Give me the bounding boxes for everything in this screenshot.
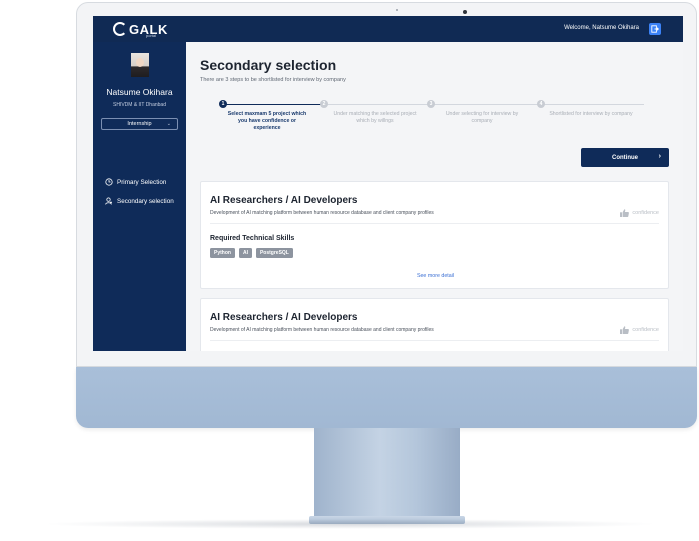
monitor-stand bbox=[314, 428, 460, 518]
confidence-button[interactable]: confidence bbox=[620, 326, 659, 334]
role-select-value: Internship bbox=[127, 121, 152, 127]
screen: GALK portal Welcome, Natsume Okihara Nat… bbox=[93, 16, 683, 351]
top-navbar: GALK portal Welcome, Natsume Okihara bbox=[93, 16, 683, 42]
step-3-label: Under selecting for interview by company bbox=[445, 111, 519, 124]
step-4-indicator: 4 bbox=[537, 100, 545, 108]
sidebar-item-label: Secondary selection bbox=[117, 197, 174, 205]
skills-list: Python AI PostgreSQL bbox=[210, 248, 293, 258]
user-name: Natsume Okihara bbox=[106, 87, 173, 97]
skills-title: Required Technical Skills bbox=[210, 235, 295, 242]
logo-mark-icon bbox=[113, 22, 127, 36]
sidebar-item-secondary-selection[interactable]: Secondary selection bbox=[105, 196, 174, 206]
project-description: Development of AI matching platform betw… bbox=[210, 210, 434, 216]
skill-chip: Python bbox=[210, 248, 235, 258]
clock-icon bbox=[105, 178, 113, 186]
project-description: Development of AI matching platform betw… bbox=[210, 327, 434, 333]
monitor-chin bbox=[76, 367, 697, 428]
avatar[interactable] bbox=[131, 53, 149, 77]
chevron-right-icon: › bbox=[658, 153, 661, 160]
confidence-label: confidence bbox=[632, 210, 659, 216]
camera-icon bbox=[463, 10, 467, 14]
step-1-label: Select maxmam 5 project which you have c… bbox=[227, 111, 307, 131]
avatar-face bbox=[136, 58, 144, 67]
confidence-button[interactable]: confidence bbox=[620, 209, 659, 217]
thumbs-up-icon bbox=[620, 326, 630, 334]
project-card[interactable]: AI Researchers / AI Developers Developme… bbox=[200, 181, 669, 289]
skill-chip: AI bbox=[238, 248, 252, 258]
page-title: Secondary selection bbox=[200, 57, 337, 73]
sidebar: Natsume Okihara SHIVDM & IIT Dhanbad Int… bbox=[93, 42, 186, 351]
logout-icon bbox=[651, 25, 659, 33]
logout-button[interactable] bbox=[649, 23, 661, 35]
floor-shadow bbox=[40, 519, 660, 529]
step-2-indicator: 2 bbox=[320, 100, 328, 108]
step-2-label: Under matching the selected project whic… bbox=[333, 111, 417, 124]
project-card[interactable]: AI Researchers / AI Developers Developme… bbox=[200, 298, 669, 351]
project-title: AI Researchers / AI Developers bbox=[210, 195, 358, 206]
sidebar-item-primary-selection[interactable]: Primary Selection bbox=[105, 177, 166, 187]
chevron-down-icon: ⌄ bbox=[166, 121, 171, 127]
user-icon bbox=[105, 197, 112, 205]
continue-label: Continue bbox=[612, 154, 638, 161]
continue-button[interactable]: Continue › bbox=[581, 148, 669, 167]
welcome-text: Welcome, Natsume Okihara bbox=[564, 25, 639, 31]
step-4-label: Shortlisted for interview by company bbox=[549, 111, 633, 117]
user-organization: SHIVDM & IIT Dhanbad bbox=[113, 102, 166, 108]
sensor-dot bbox=[396, 9, 398, 11]
step-3-indicator: 3 bbox=[427, 100, 435, 108]
main-content: Secondary selection There are 3 steps to… bbox=[186, 42, 683, 351]
logo[interactable]: GALK bbox=[113, 20, 168, 38]
stepper-progress bbox=[223, 104, 323, 105]
project-title: AI Researchers / AI Developers bbox=[210, 312, 358, 323]
logo-subtext: portal bbox=[146, 33, 157, 38]
thumbs-up-icon bbox=[620, 209, 630, 217]
card-divider bbox=[210, 223, 659, 224]
skill-chip: PostgreSQL bbox=[255, 248, 293, 258]
sidebar-item-label: Primary Selection bbox=[117, 178, 167, 186]
role-select[interactable]: Internship ⌄ bbox=[101, 118, 178, 130]
confidence-label: confidence bbox=[632, 327, 659, 333]
step-1-indicator: 1 bbox=[219, 100, 227, 108]
see-more-link[interactable]: See more detail bbox=[201, 273, 670, 279]
page-subtitle: There are 3 steps to be shortlisted for … bbox=[200, 77, 346, 83]
card-divider bbox=[210, 340, 659, 341]
